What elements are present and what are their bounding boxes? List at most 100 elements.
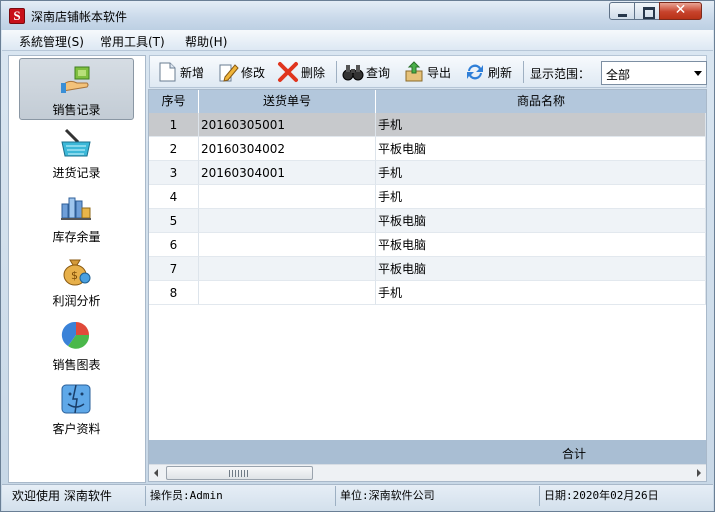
menu-help[interactable]: 帮助(H) — [185, 33, 227, 50]
cell-product: 手机 — [376, 185, 706, 209]
cell-index: 3 — [149, 161, 199, 185]
scroll-right-icon[interactable] — [697, 469, 701, 477]
column-header-product[interactable]: 商品名称 — [376, 90, 706, 113]
refresh-icon — [467, 64, 483, 80]
menu-bar: 系統管理(S) 常用工具(T) 帮助(H) — [2, 30, 713, 51]
app-window: S 深南店铺帐本软件 ✕ 系統管理(S) 常用工具(T) 帮助(H) 销售记录 — [0, 0, 715, 512]
cell-order-no — [199, 233, 376, 257]
cell-product: 手机 — [376, 161, 706, 185]
toolbar-separator — [336, 61, 337, 83]
table-row[interactable]: 8 手机 — [149, 281, 706, 305]
sidebar-item-customers[interactable]: 客户资料 — [19, 378, 134, 440]
total-label: 合计 — [561, 447, 586, 461]
cell-product: 手机 — [376, 281, 706, 305]
display-range-select[interactable]: 全部 — [601, 61, 707, 85]
cell-index: 4 — [149, 185, 199, 209]
refresh-label: 刷新 — [488, 66, 513, 80]
money-bag-icon: $ — [63, 259, 91, 286]
column-header-order-no[interactable]: 送货单号 — [199, 90, 376, 113]
chevron-down-icon — [694, 71, 702, 76]
sidebar-item-label: 销售记录 — [52, 103, 101, 117]
minimize-button[interactable] — [609, 2, 635, 20]
display-range-label: 显示范围： — [530, 67, 591, 81]
menu-system[interactable]: 系統管理(S) — [19, 33, 84, 50]
sidebar-item-purchase[interactable]: 进货记录 — [19, 122, 134, 184]
cell-index: 6 — [149, 233, 199, 257]
pie-chart-icon — [61, 321, 90, 349]
window-title: 深南店铺帐本软件 — [31, 10, 128, 24]
export-button[interactable]: 导出 — [403, 61, 459, 83]
cell-index: 7 — [149, 257, 199, 281]
sidebar-item-label: 库存余量 — [52, 230, 101, 244]
close-icon: ✕ — [674, 2, 687, 18]
cell-order-no — [199, 185, 376, 209]
new-label: 新增 — [180, 66, 205, 80]
delete-button[interactable]: 删除 — [277, 61, 333, 83]
basket-icon — [61, 128, 91, 157]
toolbar: 新增 修改 删除 查询 导出 刷新 显示范围： 全部 — [149, 55, 707, 88]
finder-face-icon — [61, 384, 91, 414]
sidebar-item-label: 销售图表 — [52, 358, 101, 372]
cell-product: 手机 — [376, 113, 706, 137]
sales-grid: 序号 送货单号 商品名称 1 20160305001 手机 2 20160304… — [148, 89, 707, 482]
scrollbar-thumb[interactable] — [166, 466, 313, 480]
column-header-index[interactable]: 序号 — [149, 90, 199, 113]
cell-product: 平板电脑 — [376, 209, 706, 233]
new-button[interactable]: 新增 — [156, 61, 212, 83]
cell-order-no — [199, 281, 376, 305]
inventory-chart-icon — [61, 197, 91, 220]
sidebar: 销售记录 进货记录 库存余量 $ 利润分析 销售图表 客户资料 — [8, 55, 146, 483]
menu-tools[interactable]: 常用工具(T) — [100, 33, 165, 50]
app-logo-icon: S — [9, 8, 25, 24]
query-label: 查询 — [366, 66, 391, 80]
cell-order-no — [199, 209, 376, 233]
cell-index: 5 — [149, 209, 199, 233]
cell-product: 平板电脑 — [376, 233, 706, 257]
cell-order-no: 20160304001 — [199, 161, 376, 185]
status-unit: 单位:深南软件公司 — [336, 486, 540, 506]
status-operator: 操作员:Admin — [146, 486, 336, 506]
cell-index: 2 — [149, 137, 199, 161]
table-row[interactable]: 6 平板电脑 — [149, 233, 706, 257]
cell-order-no — [199, 257, 376, 281]
edit-pencil-icon — [219, 64, 239, 82]
status-date: 日期:2020年02月26日 — [544, 489, 659, 502]
sidebar-item-sales-chart[interactable]: 销售图表 — [19, 314, 134, 376]
delete-x-icon — [278, 62, 298, 82]
cell-product: 平板电脑 — [376, 137, 706, 161]
edit-label: 修改 — [241, 66, 266, 80]
cell-product: 平板电脑 — [376, 257, 706, 281]
cell-order-no: 20160305001 — [199, 113, 376, 137]
refresh-button[interactable]: 刷新 — [464, 61, 520, 83]
display-range-value: 全部 — [606, 68, 631, 82]
export-box-icon — [405, 61, 423, 82]
cell-index: 8 — [149, 281, 199, 305]
sidebar-item-sales[interactable]: 销售记录 — [19, 58, 134, 120]
sidebar-item-label: 利润分析 — [52, 294, 101, 308]
sidebar-item-profit[interactable]: $ 利润分析 — [19, 250, 134, 312]
grip-icon — [229, 470, 249, 477]
table-row[interactable]: 4 手机 — [149, 185, 706, 209]
close-button[interactable]: ✕ — [659, 2, 702, 20]
table-row[interactable]: 1 20160305001 手机 — [149, 113, 706, 137]
svg-text:$: $ — [71, 269, 78, 282]
status-bar: 欢迎使用 深南软件 操作员:Admin 单位:深南软件公司 日期:2020年02… — [2, 484, 713, 511]
cell-order-no: 20160304002 — [199, 137, 376, 161]
table-row[interactable]: 7 平板电脑 — [149, 257, 706, 281]
delete-label: 删除 — [301, 66, 326, 80]
table-row[interactable]: 5 平板电脑 — [149, 209, 706, 233]
edit-button[interactable]: 修改 — [217, 61, 273, 83]
toolbar-separator — [523, 61, 524, 83]
sidebar-item-label: 进货记录 — [52, 166, 101, 180]
sidebar-item-inventory[interactable]: 库存余量 — [19, 186, 134, 248]
horizontal-scrollbar[interactable] — [149, 464, 706, 481]
grid-header: 序号 送货单号 商品名称 — [149, 90, 706, 113]
query-button[interactable]: 查询 — [342, 61, 398, 83]
maximize-button[interactable] — [634, 2, 660, 20]
table-row[interactable]: 3 20160304001 手机 — [149, 161, 706, 185]
status-welcome: 欢迎使用 深南软件 — [8, 486, 146, 506]
title-bar[interactable]: S 深南店铺帐本软件 ✕ — [1, 1, 714, 30]
scroll-left-icon[interactable] — [154, 469, 158, 477]
export-label: 导出 — [427, 66, 452, 80]
table-row[interactable]: 2 20160304002 平板电脑 — [149, 137, 706, 161]
